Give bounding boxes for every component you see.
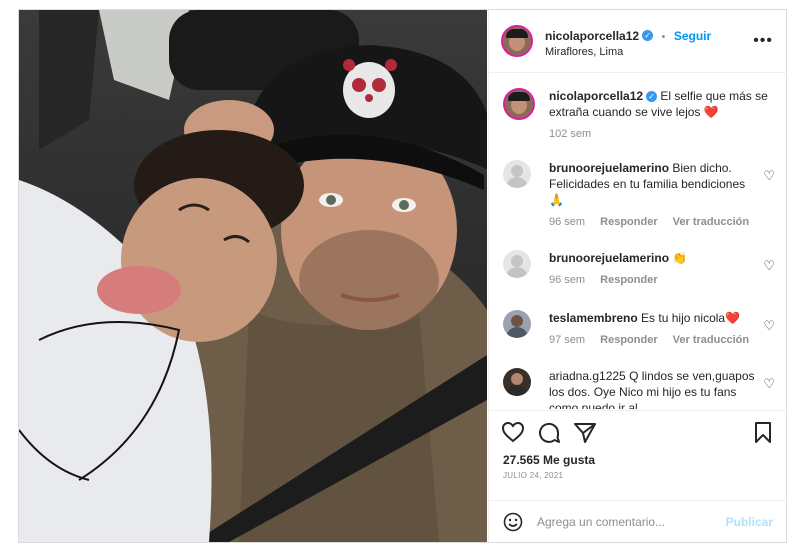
see-translation-button[interactable]: Ver traducción [673, 216, 749, 228]
post-date: JULIO 24, 2021 [503, 471, 564, 480]
author-avatar[interactable] [501, 25, 533, 57]
like-heart-icon[interactable] [501, 421, 525, 443]
caption-text-block: nicolaporcella12 ✓ El selfie que más se e… [549, 88, 779, 120]
post-photo[interactable] [19, 10, 487, 542]
emoji-picker-icon[interactable] [503, 512, 523, 532]
comment-body: teslamembreno Es tu hijo nicola❤️ [549, 310, 759, 326]
default-avatar-icon[interactable] [503, 250, 531, 278]
comment-username[interactable]: teslamembreno [549, 311, 638, 325]
share-send-icon[interactable] [573, 421, 597, 445]
comment-meta: 96 sem Responder Ver traducción [549, 216, 761, 228]
post-sidebar: nicolaporcella12 ✓ • Seguir Miraflores, L… [488, 10, 787, 542]
reply-button[interactable]: Responder [600, 334, 657, 346]
like-comment-heart-icon[interactable]: ♡ [763, 318, 775, 334]
comment-input[interactable]: Agrega un comentario... [537, 515, 665, 529]
see-translation-button[interactable]: Ver traducción [673, 334, 749, 346]
avatar-cap [508, 92, 530, 101]
commenter-avatar[interactable] [503, 368, 531, 396]
add-comment-bar: Agrega un comentario... Publicar [489, 500, 787, 543]
heart-emoji-icon: ❤️ [725, 311, 741, 325]
action-bar: 27.565 Me gusta JULIO 24, 2021 [489, 410, 787, 511]
commenter-avatar[interactable] [503, 310, 531, 338]
caption-age: 102 sem [549, 128, 592, 140]
comment-body: brunoorejuelamerino Bien dicho. Felicida… [549, 160, 759, 208]
instagram-post: nicolaporcella12 ✓ • Seguir Miraflores, L… [18, 9, 787, 543]
praying-hands-emoji-icon: 🙏 [549, 193, 564, 207]
like-comment-heart-icon[interactable]: ♡ [763, 168, 775, 184]
comment-age: 96 sem [549, 274, 586, 286]
verified-badge-icon: ✓ [646, 91, 658, 103]
header-line: nicolaporcella12 ✓ • Seguir [545, 27, 711, 45]
comment-username[interactable]: ariadna.g1225 [549, 369, 626, 383]
comment-meta: 96 sem Responder [549, 274, 670, 286]
save-bookmark-icon[interactable] [753, 421, 773, 445]
selfie-image [19, 10, 487, 542]
comment-username[interactable]: brunoorejuelamerino [549, 251, 669, 265]
publish-button[interactable]: Publicar [726, 515, 773, 529]
comment-meta: 97 sem Responder Ver traducción [549, 334, 761, 346]
like-comment-heart-icon[interactable]: ♡ [763, 258, 775, 274]
default-avatar-icon[interactable] [503, 160, 531, 188]
comment-text: Es tu hijo nicola [641, 311, 726, 325]
avatar-cap [506, 29, 528, 38]
dot-separator: • [661, 31, 666, 43]
verified-badge-icon: ✓ [642, 30, 654, 42]
author-username[interactable]: nicolaporcella12 [545, 29, 639, 43]
reply-button[interactable]: Responder [600, 274, 657, 286]
comment-age: 96 sem [549, 216, 586, 228]
comment-body: brunoorejuelamerino 👏 [549, 250, 759, 266]
heart-emoji-icon: ❤️ [703, 105, 719, 119]
caption-avatar[interactable] [503, 88, 535, 120]
post-header: nicolaporcella12 ✓ • Seguir Miraflores, L… [489, 10, 787, 73]
comment-username[interactable]: brunoorejuelamerino [549, 161, 669, 175]
more-icon[interactable]: ••• [753, 32, 773, 50]
follow-button[interactable]: Seguir [674, 29, 711, 43]
comment-body: ariadna.g1225 Q lindos se ven,guapos los… [549, 368, 759, 409]
caption-username[interactable]: nicolaporcella12 [549, 89, 643, 103]
location-link[interactable]: Miraflores, Lima [545, 46, 623, 58]
comment-item: ariadna.g1225 Q lindos se ven,guapos los… [503, 368, 783, 409]
reply-button[interactable]: Responder [600, 216, 657, 228]
comment-age: 97 sem [549, 334, 586, 346]
comment-bubble-icon[interactable] [537, 421, 561, 445]
clapping-emoji-icon: 👏 [672, 251, 688, 265]
likes-count[interactable]: 27.565 Me gusta [503, 453, 595, 467]
like-comment-heart-icon[interactable]: ♡ [763, 376, 775, 392]
